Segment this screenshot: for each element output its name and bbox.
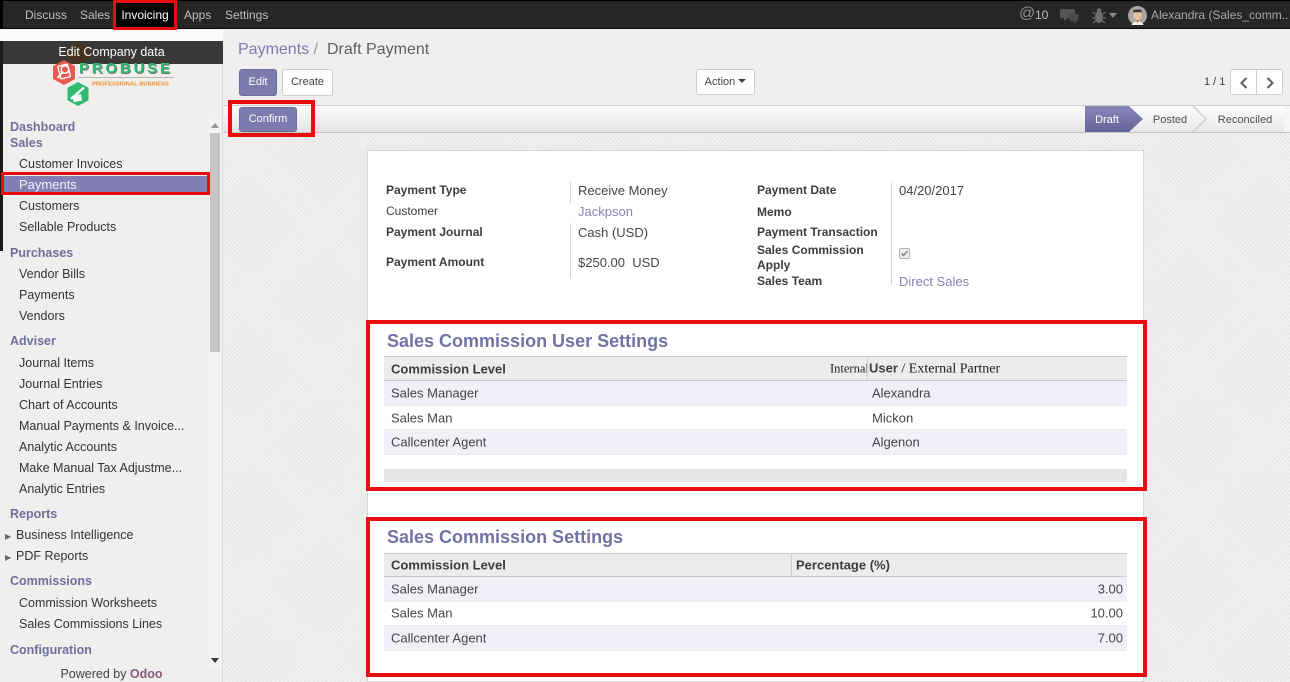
svg-text:PROBUSE: PROBUSE xyxy=(79,60,173,77)
svg-text:PROFESSIONAL BUSINESS: PROFESSIONAL BUSINESS xyxy=(92,82,169,88)
svg-text:Draft: Draft xyxy=(1095,114,1119,126)
svg-text:Posted: Posted xyxy=(1153,114,1187,126)
svg-text:Reconciled: Reconciled xyxy=(1218,114,1272,126)
